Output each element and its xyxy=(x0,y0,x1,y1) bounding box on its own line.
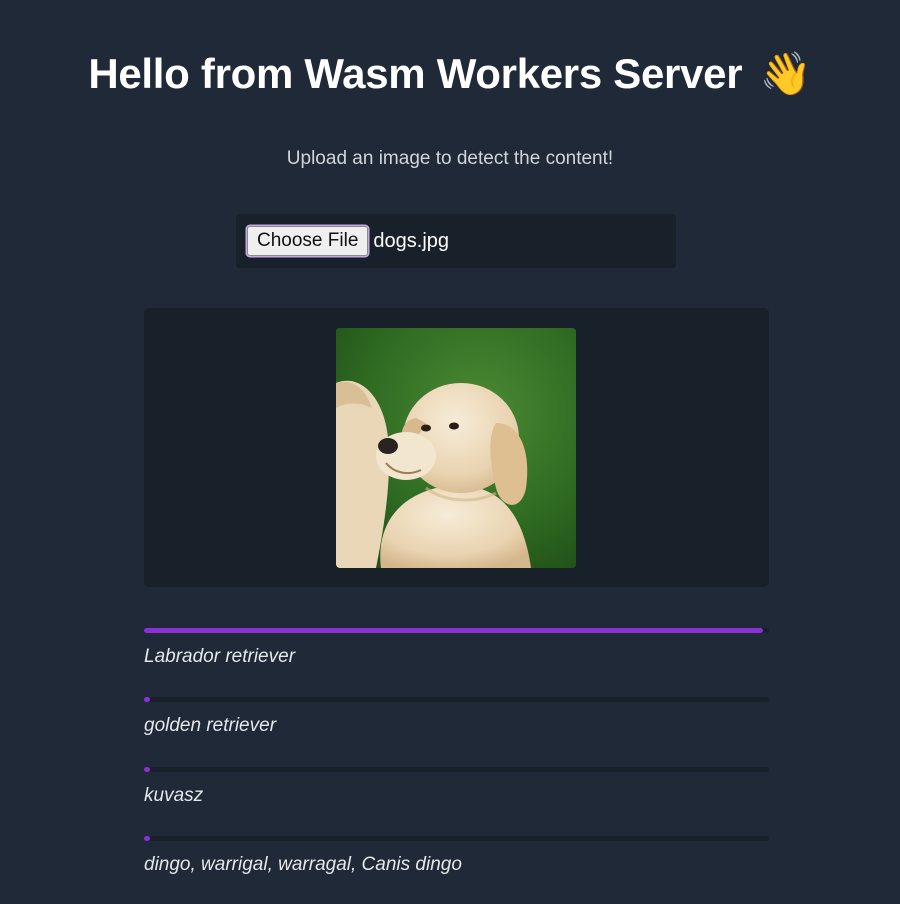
selected-file-name: dogs.jpg xyxy=(373,229,450,252)
confidence-bar-fill xyxy=(144,836,150,841)
choose-file-button[interactable]: Choose File xyxy=(247,226,369,256)
confidence-bar-track xyxy=(144,767,769,772)
prediction-label: Labrador retriever xyxy=(144,646,296,667)
file-upload-field[interactable]: Choose File dogs.jpg xyxy=(236,214,676,268)
puppy-photo-icon xyxy=(336,328,576,568)
prediction-label: golden retriever xyxy=(144,715,277,736)
confidence-bar-fill xyxy=(144,628,763,633)
confidence-bar-fill xyxy=(144,767,150,772)
instructions-text: Upload an image to detect the content! xyxy=(286,148,614,169)
page-title: Hello from Wasm Workers Server 👋 xyxy=(0,50,900,99)
prediction-label: dingo, warrigal, warragal, Canis dingo xyxy=(144,854,462,875)
page-title-text: Hello from Wasm Workers Server xyxy=(88,50,743,97)
page: Hello from Wasm Workers Server 👋 Upload … xyxy=(0,0,900,904)
confidence-bar-track xyxy=(144,697,769,702)
confidence-bar-track xyxy=(144,836,769,841)
waving-hand-icon: 👋 xyxy=(759,50,812,97)
prediction-label: kuvasz xyxy=(144,785,204,806)
uploaded-image xyxy=(336,328,576,568)
confidence-bar-fill xyxy=(144,697,150,702)
image-preview-panel xyxy=(144,308,769,587)
confidence-bar-track xyxy=(144,628,769,633)
